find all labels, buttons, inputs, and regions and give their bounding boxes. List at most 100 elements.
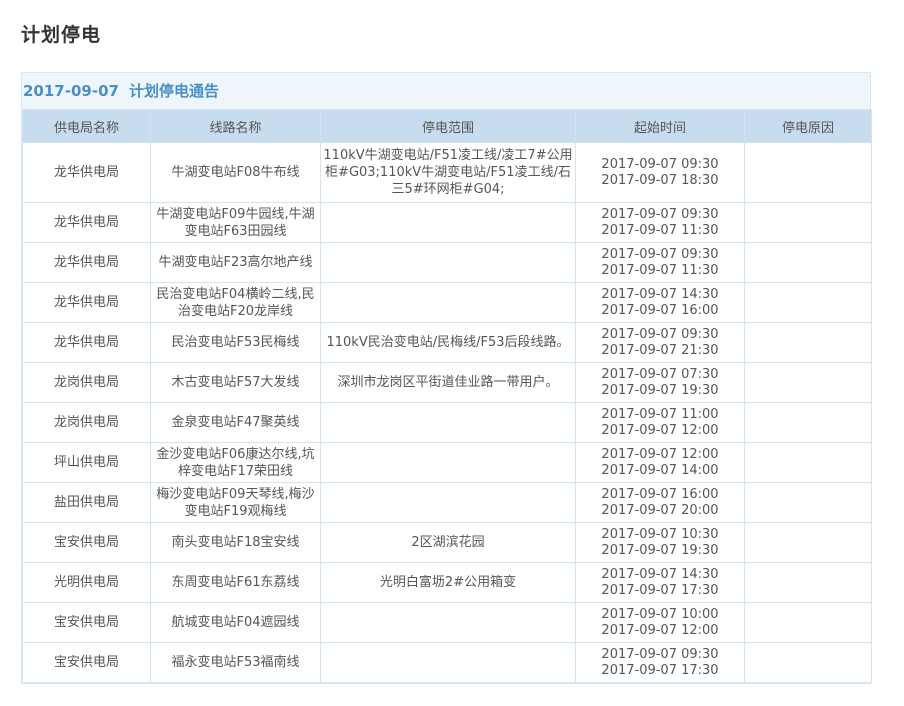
cell-line: 航城变电站F04遮园线 — [150, 602, 321, 643]
cell-scope: 深圳市龙岗区平街道佳业路一带用户。 — [320, 362, 576, 403]
cell-bureau: 宝安供电局 — [22, 522, 151, 563]
cell-bureau: 龙华供电局 — [22, 202, 151, 243]
cell-time: 2017-09-07 07:30 2017-09-07 19:30 — [575, 362, 745, 403]
cell-scope: 110kV民治变电站/民梅线/F53后段线路。 — [320, 322, 576, 363]
start-time: 2017-09-07 09:30 — [601, 246, 719, 262]
cell-bureau: 光明供电局 — [22, 562, 151, 603]
start-time: 2017-09-07 16:00 — [601, 486, 719, 502]
outage-table: 供电局名称 线路名称 停电范围 起始时间 停电原因 龙华供电局 牛湖变电站F08… — [22, 109, 872, 683]
cell-time: 2017-09-07 09:30 2017-09-07 17:30 — [575, 642, 745, 683]
end-time: 2017-09-07 18:30 — [601, 172, 719, 188]
cell-bureau: 龙岗供电局 — [22, 402, 151, 443]
cell-line: 梅沙变电站F09天琴线,梅沙变电站F19观梅线 — [150, 482, 321, 523]
cell-scope — [320, 642, 576, 683]
end-time: 2017-09-07 11:30 — [601, 222, 719, 238]
cell-reason — [744, 562, 872, 603]
cell-scope: 光明白富坜2#公用箱变 — [320, 562, 576, 603]
cell-line: 民治变电站F53民梅线 — [150, 322, 321, 363]
cell-time: 2017-09-07 14:30 2017-09-07 16:00 — [575, 282, 745, 323]
cell-time: 2017-09-07 09:30 2017-09-07 11:30 — [575, 242, 745, 283]
cell-scope — [320, 202, 576, 243]
cell-bureau: 盐田供电局 — [22, 482, 151, 523]
end-time: 2017-09-07 21:30 — [601, 342, 719, 358]
table-row: 宝安供电局 航城变电站F04遮园线 2017-09-07 10:00 2017-0… — [22, 602, 872, 643]
start-time: 2017-09-07 07:30 — [601, 366, 719, 382]
cell-bureau: 坪山供电局 — [22, 442, 151, 483]
table-row: 龙岗供电局 金泉变电站F47聚英线 2017-09-07 11:00 2017-0… — [22, 402, 872, 443]
cell-bureau: 宝安供电局 — [22, 642, 151, 683]
table-row: 龙华供电局 民治变电站F53民梅线 110kV民治变电站/民梅线/F53后段线路… — [22, 322, 872, 363]
cell-reason — [744, 442, 872, 483]
cell-scope — [320, 402, 576, 443]
start-time: 2017-09-07 09:30 — [601, 206, 719, 222]
end-time: 2017-09-07 17:30 — [601, 582, 719, 598]
end-time: 2017-09-07 12:00 — [601, 622, 719, 638]
table-row: 宝安供电局 南头变电站F18宝安线 2区湖滨花园 2017-09-07 10:3… — [22, 522, 872, 563]
table-row: 光明供电局 东周变电站F61东荔线 光明白富坜2#公用箱变 2017-09-07… — [22, 562, 872, 603]
end-time: 2017-09-07 19:30 — [601, 382, 719, 398]
cell-line: 福永变电站F53福南线 — [150, 642, 321, 683]
cell-bureau: 龙华供电局 — [22, 142, 151, 203]
end-time: 2017-09-07 11:30 — [601, 262, 719, 278]
cell-time: 2017-09-07 16:00 2017-09-07 20:00 — [575, 482, 745, 523]
cell-scope — [320, 602, 576, 643]
cell-line: 牛湖变电站F23高尔地产线 — [150, 242, 321, 283]
cell-time: 2017-09-07 12:00 2017-09-07 14:00 — [575, 442, 745, 483]
header-line: 线路名称 — [150, 109, 321, 143]
end-time: 2017-09-07 19:30 — [601, 542, 719, 558]
header-reason: 停电原因 — [744, 109, 872, 143]
start-time: 2017-09-07 10:00 — [601, 606, 719, 622]
cell-reason — [744, 322, 872, 363]
cell-reason — [744, 142, 872, 203]
cell-reason — [744, 362, 872, 403]
cell-line: 牛湖变电站F09牛园线,牛湖变电站F63田园线 — [150, 202, 321, 243]
cell-time: 2017-09-07 14:30 2017-09-07 17:30 — [575, 562, 745, 603]
start-time: 2017-09-07 11:00 — [601, 406, 719, 422]
cell-reason — [744, 202, 872, 243]
end-time: 2017-09-07 16:00 — [601, 302, 719, 318]
start-time: 2017-09-07 09:30 — [601, 156, 719, 172]
end-time: 2017-09-07 12:00 — [601, 422, 719, 438]
cell-bureau: 龙华供电局 — [22, 322, 151, 363]
page-title: 计划停电 — [21, 24, 102, 46]
cell-reason — [744, 482, 872, 523]
start-time: 2017-09-07 09:30 — [601, 326, 719, 342]
notice-title: 2017-09-07 计划停电通告 — [22, 73, 870, 109]
table-row: 龙华供电局 牛湖变电站F23高尔地产线 2017-09-07 09:30 2017… — [22, 242, 872, 283]
cell-reason — [744, 282, 872, 323]
header-bureau: 供电局名称 — [22, 109, 151, 143]
cell-line: 民治变电站F04横岭二线,民治变电站F20龙岸线 — [150, 282, 321, 323]
cell-bureau: 龙岗供电局 — [22, 362, 151, 403]
cell-scope: 2区湖滨花园 — [320, 522, 576, 563]
table-row: 盐田供电局 梅沙变电站F09天琴线,梅沙变电站F19观梅线 2017-09-07… — [22, 482, 872, 523]
table-row: 龙华供电局 民治变电站F04横岭二线,民治变电站F20龙岸线 2017-09-0… — [22, 282, 872, 323]
notice-date: 2017-09-07 — [23, 82, 119, 100]
cell-scope — [320, 282, 576, 323]
end-time: 2017-09-07 20:00 — [601, 502, 719, 518]
cell-bureau: 龙华供电局 — [22, 242, 151, 283]
cell-reason — [744, 522, 872, 563]
cell-line: 南头变电站F18宝安线 — [150, 522, 321, 563]
cell-time: 2017-09-07 09:30 2017-09-07 11:30 — [575, 202, 745, 243]
cell-line: 木古变电站F57大发线 — [150, 362, 321, 403]
table-header-row: 供电局名称 线路名称 停电范围 起始时间 停电原因 — [22, 109, 872, 143]
cell-reason — [744, 242, 872, 283]
cell-time: 2017-09-07 11:00 2017-09-07 12:00 — [575, 402, 745, 443]
table-row: 坪山供电局 金沙变电站F06康达尔线,坑梓变电站F17荣田线 2017-09-0… — [22, 442, 872, 483]
start-time: 2017-09-07 12:00 — [601, 446, 719, 462]
header-time: 起始时间 — [575, 109, 745, 143]
table-row: 龙岗供电局 木古变电站F57大发线 深圳市龙岗区平街道佳业路一带用户。 2017… — [22, 362, 872, 403]
cell-scope — [320, 242, 576, 283]
table-row: 宝安供电局 福永变电站F53福南线 2017-09-07 09:30 2017-0… — [22, 642, 872, 683]
start-time: 2017-09-07 09:30 — [601, 646, 719, 662]
cell-scope: 110kV牛湖变电站/F51凌工线/凌工7#公用柜#G03;110kV牛湖变电站… — [320, 142, 576, 203]
header-scope: 停电范围 — [320, 109, 576, 143]
table-row: 龙华供电局 牛湖变电站F09牛园线,牛湖变电站F63田园线 2017-09-07… — [22, 202, 872, 243]
cell-time: 2017-09-07 10:30 2017-09-07 19:30 — [575, 522, 745, 563]
cell-reason — [744, 642, 872, 683]
outage-notice-panel: 2017-09-07 计划停电通告 供电局名称 线路名称 停电范围 起始时间 停电… — [21, 72, 872, 684]
start-time: 2017-09-07 10:30 — [601, 526, 719, 542]
cell-time: 2017-09-07 09:30 2017-09-07 18:30 — [575, 142, 745, 203]
cell-bureau: 宝安供电局 — [22, 602, 151, 643]
notice-heading: 计划停电通告 — [128, 82, 219, 100]
